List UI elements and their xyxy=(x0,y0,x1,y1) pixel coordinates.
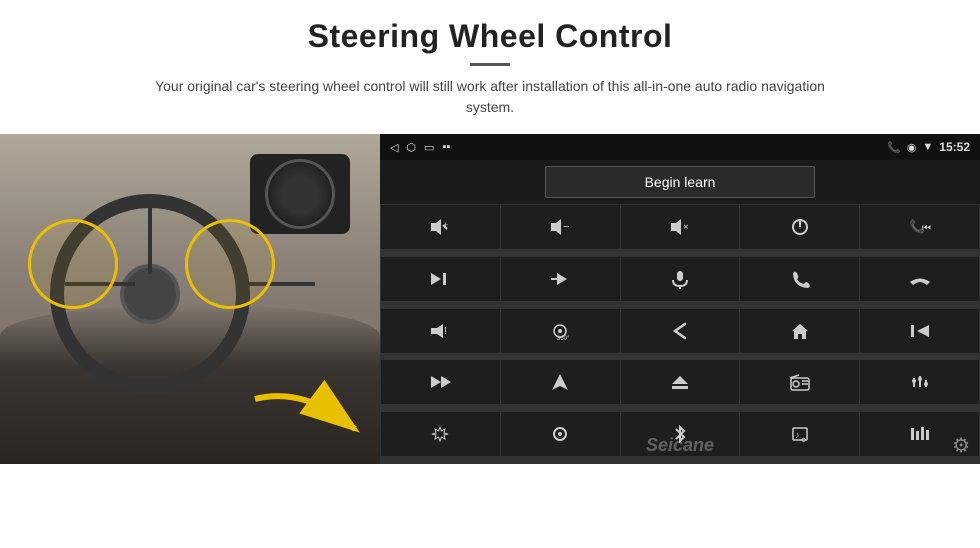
settings-gear-icon[interactable]: ⚙ xyxy=(952,433,970,458)
music-button[interactable]: ♪ ⚙ xyxy=(740,412,859,456)
subtitle: Your original car's steering wheel contr… xyxy=(140,76,840,118)
equalizer-button[interactable] xyxy=(860,360,979,404)
svg-text:360°: 360° xyxy=(557,336,570,341)
svg-text:♪: ♪ xyxy=(795,430,800,440)
svg-text:⏮: ⏮ xyxy=(922,223,931,234)
spoke-vertical xyxy=(148,204,152,274)
svg-text:⚙: ⚙ xyxy=(801,437,806,443)
bluetooth-button[interactable] xyxy=(621,412,740,456)
status-bar-right: 📞 ◉ ▼ 15:52 xyxy=(887,140,970,154)
wifi-icon: ▼ xyxy=(922,141,933,153)
fast-forward-button[interactable] xyxy=(501,257,620,301)
back-button[interactable] xyxy=(621,309,740,353)
phone-icon: 📞 xyxy=(887,141,901,154)
yellow-arrow xyxy=(245,379,375,449)
begin-learn-button[interactable]: Begin learn xyxy=(545,166,815,198)
volume-down-button[interactable]: − xyxy=(501,205,620,249)
gauge-cluster xyxy=(250,154,350,234)
begin-learn-row: Begin learn xyxy=(380,160,980,204)
highlight-circle-left xyxy=(28,219,118,309)
speedometer xyxy=(265,159,335,229)
circle-button[interactable] xyxy=(501,412,620,456)
highlight-circle-right xyxy=(185,219,275,309)
end-call-button[interactable] xyxy=(860,257,979,301)
home-button[interactable] xyxy=(740,309,859,353)
eject-button[interactable] xyxy=(621,360,740,404)
recents-icon: ▭ xyxy=(424,141,434,154)
back-icon: ◁ xyxy=(390,141,398,154)
microphone-button[interactable] xyxy=(621,257,740,301)
prev-track-button[interactable] xyxy=(860,309,979,353)
location-icon: ◉ xyxy=(907,141,917,154)
phone-call-button[interactable] xyxy=(740,257,859,301)
svg-text:×: × xyxy=(683,222,689,233)
svg-text:!: ! xyxy=(444,326,447,337)
header-section: Steering Wheel Control Your original car… xyxy=(0,0,980,128)
next-track-button[interactable] xyxy=(381,257,500,301)
radio-button[interactable] xyxy=(740,360,859,404)
skip-forward-button[interactable] xyxy=(381,360,500,404)
status-bar-left: ◁ ⬡ ▭ ▪▪ xyxy=(390,141,450,154)
settings-btn2[interactable] xyxy=(381,412,500,456)
volume-up-button[interactable]: + xyxy=(381,205,500,249)
android-screen: ◁ ⬡ ▭ ▪▪ 📞 ◉ ▼ 15:52 Begin learn xyxy=(380,134,980,464)
navigation-button[interactable] xyxy=(501,360,620,404)
page-title: Steering Wheel Control xyxy=(40,18,940,55)
home-icon: ⬡ xyxy=(406,141,416,154)
car-image xyxy=(0,134,380,464)
page-container: Steering Wheel Control Your original car… xyxy=(0,0,980,548)
control-buttons-grid: + − × xyxy=(380,204,980,464)
svg-text:+: + xyxy=(443,220,448,230)
title-divider xyxy=(470,63,510,66)
status-bar: ◁ ⬡ ▭ ▪▪ 📞 ◉ ▼ 15:52 xyxy=(380,134,980,160)
call-prev-button[interactable]: 📞 ⏮ xyxy=(860,205,979,249)
horn-button[interactable]: ! xyxy=(381,309,500,353)
content-area: ◁ ⬡ ▭ ▪▪ 📞 ◉ ▼ 15:52 Begin learn xyxy=(0,134,980,548)
360-camera-button[interactable]: 360° xyxy=(501,309,620,353)
mute-button[interactable]: × xyxy=(621,205,740,249)
power-button[interactable] xyxy=(740,205,859,249)
storage-icon: ▪▪ xyxy=(442,141,450,153)
svg-text:−: − xyxy=(563,221,569,233)
status-time: 15:52 xyxy=(939,140,970,154)
